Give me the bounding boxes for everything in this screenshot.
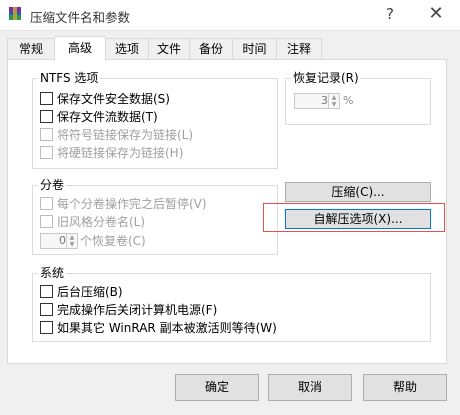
highlight-box: [263, 203, 445, 232]
ok-button[interactable]: 确定: [175, 374, 259, 401]
save-security-checkbox[interactable]: 保存文件安全数据(S): [40, 91, 170, 107]
checkbox-box[interactable]: [40, 128, 53, 141]
shutdown-after-checkbox[interactable]: 完成操作后关闭计算机电源(F): [40, 302, 217, 318]
wait-other-winrar-checkbox[interactable]: 如果其它 WinRAR 副本被激活则等待(W): [40, 320, 277, 336]
stepper-arrows-icon[interactable]: ▲ ▼: [328, 94, 339, 108]
advanced-panel: NTFS 选项 保存文件安全数据(S) 保存文件流数据(T) 将符号链接保存为链…: [7, 59, 447, 364]
help-button[interactable]: 帮助: [363, 374, 447, 401]
tab-general[interactable]: 常规: [7, 38, 55, 59]
help-icon[interactable]: ?: [370, 0, 410, 30]
volumes-group: 分卷 每个分卷操作完之后暂停(V) 旧风格分卷名(L) 0 ▲ ▼ 个恢复卷(C): [32, 177, 278, 255]
checkbox-box[interactable]: [40, 285, 53, 298]
ntfs-options-group: NTFS 选项 保存文件安全数据(S) 保存文件流数据(T) 将符号链接保存为链…: [32, 70, 278, 169]
winrar-icon: [9, 7, 21, 20]
checkbox-box[interactable]: [40, 197, 53, 210]
compress-button[interactable]: 压缩(C)...: [285, 182, 431, 202]
checkbox-box[interactable]: [40, 110, 53, 123]
tab-options[interactable]: 选项: [105, 38, 149, 59]
tab-advanced[interactable]: 高级: [54, 36, 106, 61]
symlinks-checkbox[interactable]: 将符号链接保存为链接(L): [40, 127, 193, 143]
tab-comment[interactable]: 注释: [276, 38, 322, 59]
tab-backup[interactable]: 备份: [189, 38, 233, 59]
pause-after-volume-checkbox[interactable]: 每个分卷操作完之后暂停(V): [40, 196, 207, 212]
title-bar: 压缩文件名和参数 ? ✕: [0, 0, 460, 31]
recovery-record-title: 恢复记录(R): [291, 70, 361, 86]
tab-files[interactable]: 文件: [148, 38, 190, 59]
checkbox-box[interactable]: [40, 146, 53, 159]
recovery-percent-stepper[interactable]: 3 ▲ ▼: [294, 93, 340, 109]
hardlinks-checkbox[interactable]: 将硬链接保存为链接(H): [40, 145, 183, 161]
checkbox-box[interactable]: [40, 92, 53, 105]
ntfs-options-title: NTFS 选项: [38, 70, 101, 86]
recovery-record-group: 恢复记录(R) 3 ▲ ▼ %: [285, 70, 431, 125]
save-streams-checkbox[interactable]: 保存文件流数据(T): [40, 109, 158, 125]
checkbox-box[interactable]: [40, 321, 53, 334]
close-icon[interactable]: ✕: [416, 0, 456, 30]
recovery-volumes-label: 个恢复卷(C): [80, 234, 146, 248]
window-title: 压缩文件名和参数: [30, 10, 131, 25]
cancel-button[interactable]: 取消: [268, 374, 352, 401]
recovery-volumes-stepper[interactable]: 0 ▲ ▼: [40, 233, 78, 249]
tab-time[interactable]: 时间: [232, 38, 277, 59]
stepper-arrows-icon[interactable]: ▲ ▼: [66, 234, 77, 248]
volumes-title: 分卷: [38, 177, 67, 193]
background-compress-checkbox[interactable]: 后台压缩(B): [40, 284, 123, 300]
old-style-volume-names-checkbox[interactable]: 旧风格分卷名(L): [40, 214, 145, 230]
checkbox-box[interactable]: [40, 215, 53, 228]
system-group: 系统 后台压缩(B) 完成操作后关闭计算机电源(F) 如果其它 WinRAR 副…: [32, 265, 431, 342]
checkbox-box[interactable]: [40, 303, 53, 316]
system-title: 系统: [38, 265, 67, 281]
recovery-unit: %: [343, 94, 354, 107]
